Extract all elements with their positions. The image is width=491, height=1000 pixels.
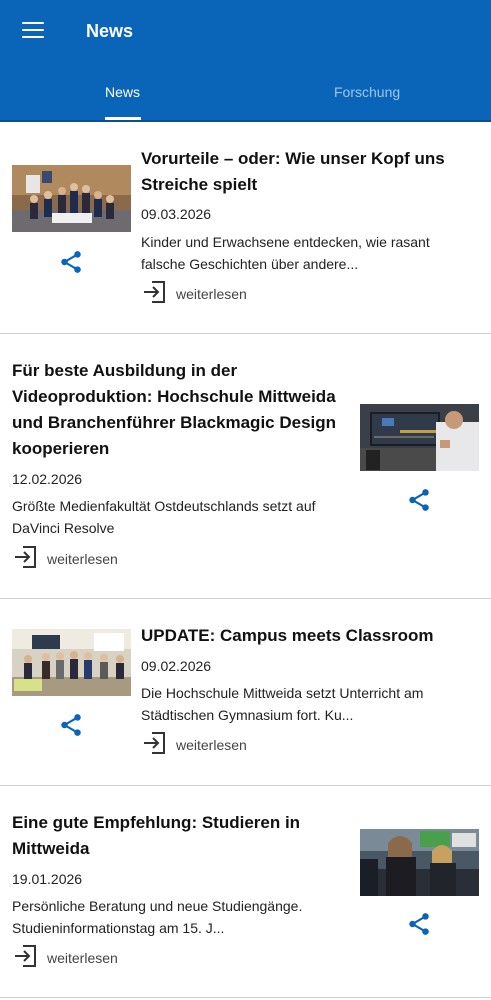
share-icon[interactable] bbox=[406, 487, 432, 513]
app-bar: News News Forschung bbox=[0, 0, 491, 120]
article-card[interactable]: UPDATE: Campus meets Classroom 09.02.202… bbox=[0, 599, 491, 786]
article-card[interactable]: Vorurteile – oder: Wie unser Kopf uns St… bbox=[0, 122, 491, 334]
article-image bbox=[12, 165, 131, 232]
read-more-link[interactable]: weiterlesen bbox=[13, 544, 118, 575]
article-date: 19.01.2026 bbox=[12, 871, 83, 887]
article-card[interactable]: Eine gute Empfehlung: Studieren in Mittw… bbox=[0, 786, 491, 998]
read-more-label: weiterlesen bbox=[47, 950, 118, 966]
article-image bbox=[360, 404, 479, 471]
article-title[interactable]: Eine gute Empfehlung: Studieren in Mittw… bbox=[12, 810, 342, 862]
hamburger-menu-icon[interactable] bbox=[22, 22, 46, 40]
article-card[interactable]: Für beste Ausbildung in der Videoprodukt… bbox=[0, 334, 491, 599]
read-more-label: weiterlesen bbox=[47, 551, 118, 567]
share-icon[interactable] bbox=[406, 911, 432, 937]
login-arrow-icon bbox=[142, 730, 168, 761]
tab-news[interactable]: News bbox=[105, 82, 140, 102]
share-icon[interactable] bbox=[58, 249, 84, 275]
read-more-label: weiterlesen bbox=[176, 737, 247, 753]
article-teaser: Persönliche Beratung und neue Studiengän… bbox=[12, 898, 303, 936]
article-date: 09.02.2026 bbox=[141, 658, 212, 674]
article-date: 12.02.2026 bbox=[12, 471, 83, 487]
tab-forschung[interactable]: Forschung bbox=[334, 82, 400, 102]
article-teaser: Größte Medienfakultät Ostdeutschlands se… bbox=[12, 498, 316, 536]
article-teaser: Die Hochschule Mittweida setzt Unterrich… bbox=[141, 685, 424, 723]
app-title: News bbox=[86, 21, 134, 41]
login-arrow-icon bbox=[13, 943, 39, 974]
read-more-link[interactable]: weiterlesen bbox=[13, 943, 118, 974]
read-more-link[interactable]: weiterlesen bbox=[142, 730, 247, 761]
article-teaser: Kinder und Erwachsene entdecken, wie ras… bbox=[141, 234, 430, 272]
login-arrow-icon bbox=[142, 279, 168, 310]
read-more-link[interactable]: weiterlesen bbox=[142, 279, 247, 310]
login-arrow-icon bbox=[13, 544, 39, 575]
article-title[interactable]: UPDATE: Campus meets Classroom bbox=[141, 623, 476, 649]
read-more-label: weiterlesen bbox=[176, 286, 247, 302]
article-image bbox=[12, 629, 131, 696]
share-icon[interactable] bbox=[58, 712, 84, 738]
article-date: 09.03.2026 bbox=[141, 206, 212, 222]
article-image bbox=[360, 829, 479, 896]
article-title[interactable]: Vorurteile – oder: Wie unser Kopf uns St… bbox=[141, 146, 471, 198]
article-title[interactable]: Für beste Ausbildung in der Videoprodukt… bbox=[12, 358, 352, 462]
